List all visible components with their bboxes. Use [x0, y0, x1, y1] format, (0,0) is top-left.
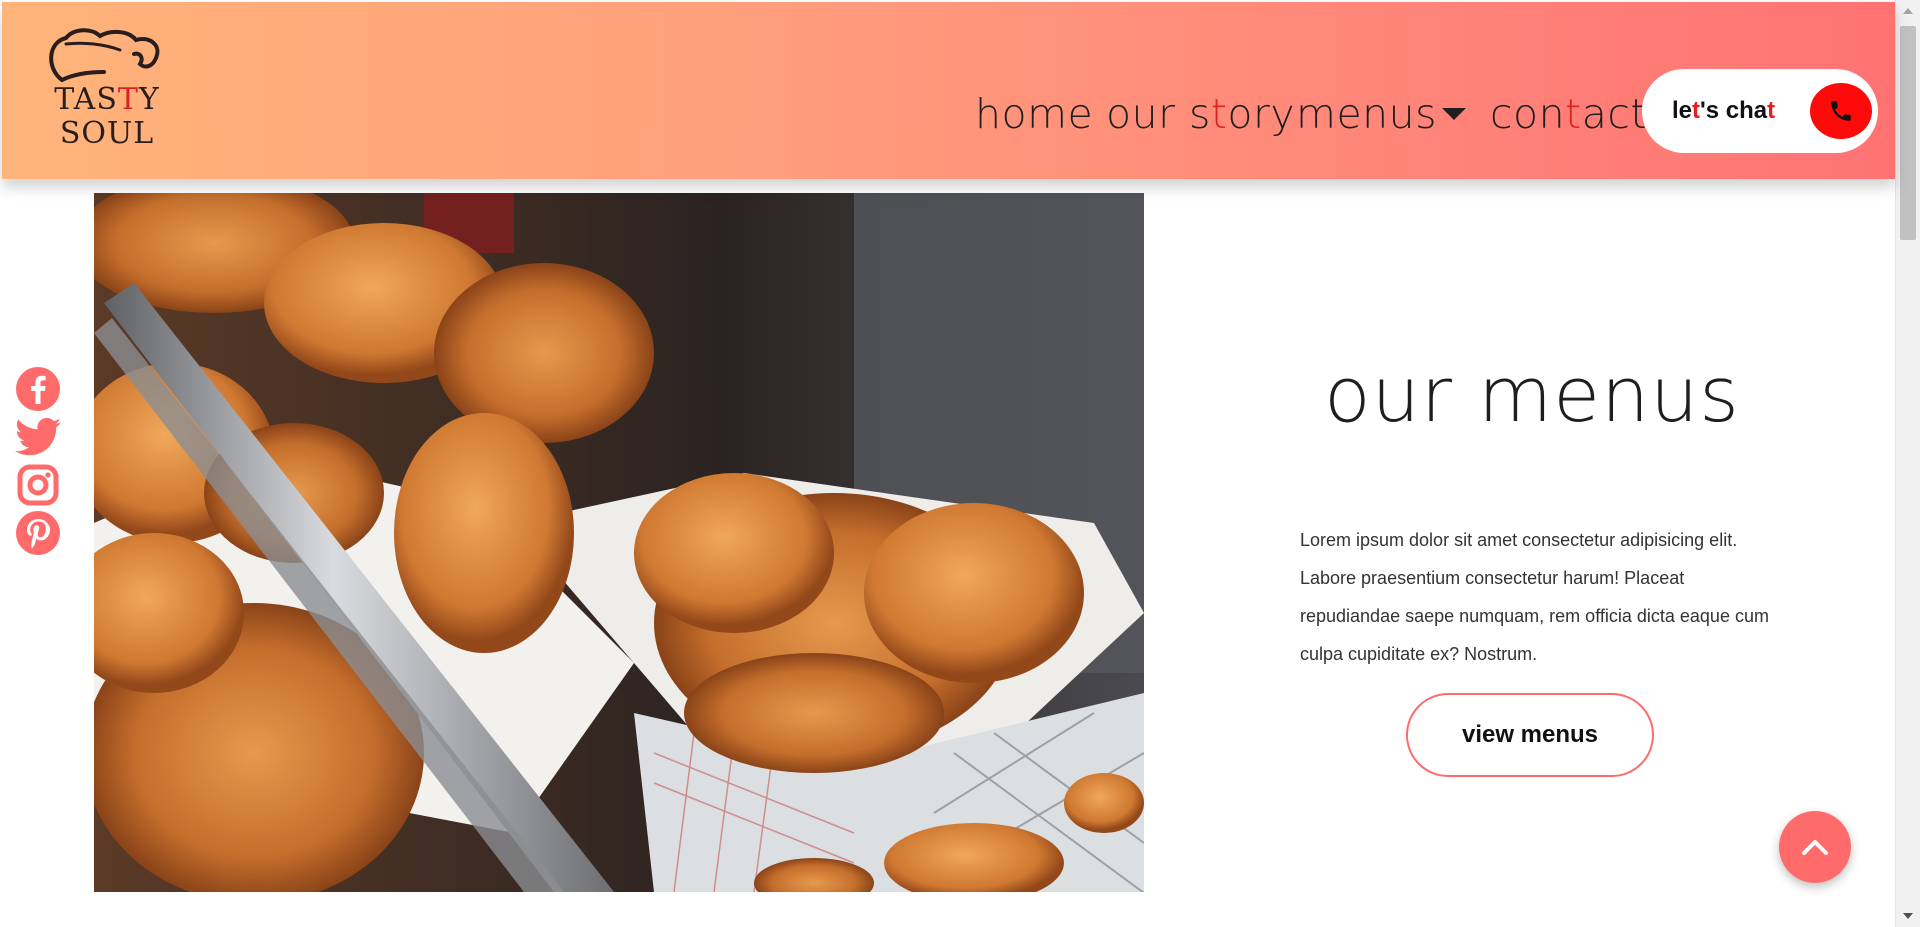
nav-contact[interactable]: contact [1490, 84, 1647, 144]
facebook-icon[interactable] [14, 366, 62, 412]
scroll-to-top-button[interactable] [1779, 811, 1851, 883]
scroll-up-arrow-icon[interactable] [1903, 8, 1913, 14]
page-title: our menus [1324, 350, 1740, 439]
caret-down-icon[interactable] [1442, 108, 1466, 120]
nav-our-story[interactable]: our story [1106, 84, 1295, 144]
site-header: TASTY SOUL home our story menus contact … [2, 2, 1895, 179]
nav-home[interactable]: home [975, 84, 1093, 144]
vertical-scrollbar[interactable] [1895, 0, 1920, 927]
scrollbar-thumb[interactable] [1900, 26, 1916, 240]
menus-description: Lorem ipsum dolor sit amet consectetur a… [1300, 530, 1769, 664]
fried-chicken-image [94, 193, 1144, 892]
instagram-icon[interactable] [14, 462, 62, 508]
lets-chat-button[interactable]: let's chat [1642, 69, 1878, 153]
chevron-up-icon [1802, 840, 1828, 855]
logo-text-bottom: SOUL [59, 116, 155, 151]
logo-text-top: TASTY [54, 82, 160, 117]
lets-chat-label: let's chat [1672, 97, 1776, 124]
logo[interactable]: TASTY SOUL [44, 28, 164, 158]
twitter-icon[interactable] [14, 414, 62, 460]
scroll-down-arrow-icon[interactable] [1903, 913, 1913, 919]
pinterest-icon[interactable] [14, 510, 62, 556]
phone-icon[interactable] [1810, 83, 1872, 139]
view-menus-button[interactable]: view menus [1406, 693, 1654, 777]
nav-menus[interactable]: menus [1296, 84, 1437, 144]
